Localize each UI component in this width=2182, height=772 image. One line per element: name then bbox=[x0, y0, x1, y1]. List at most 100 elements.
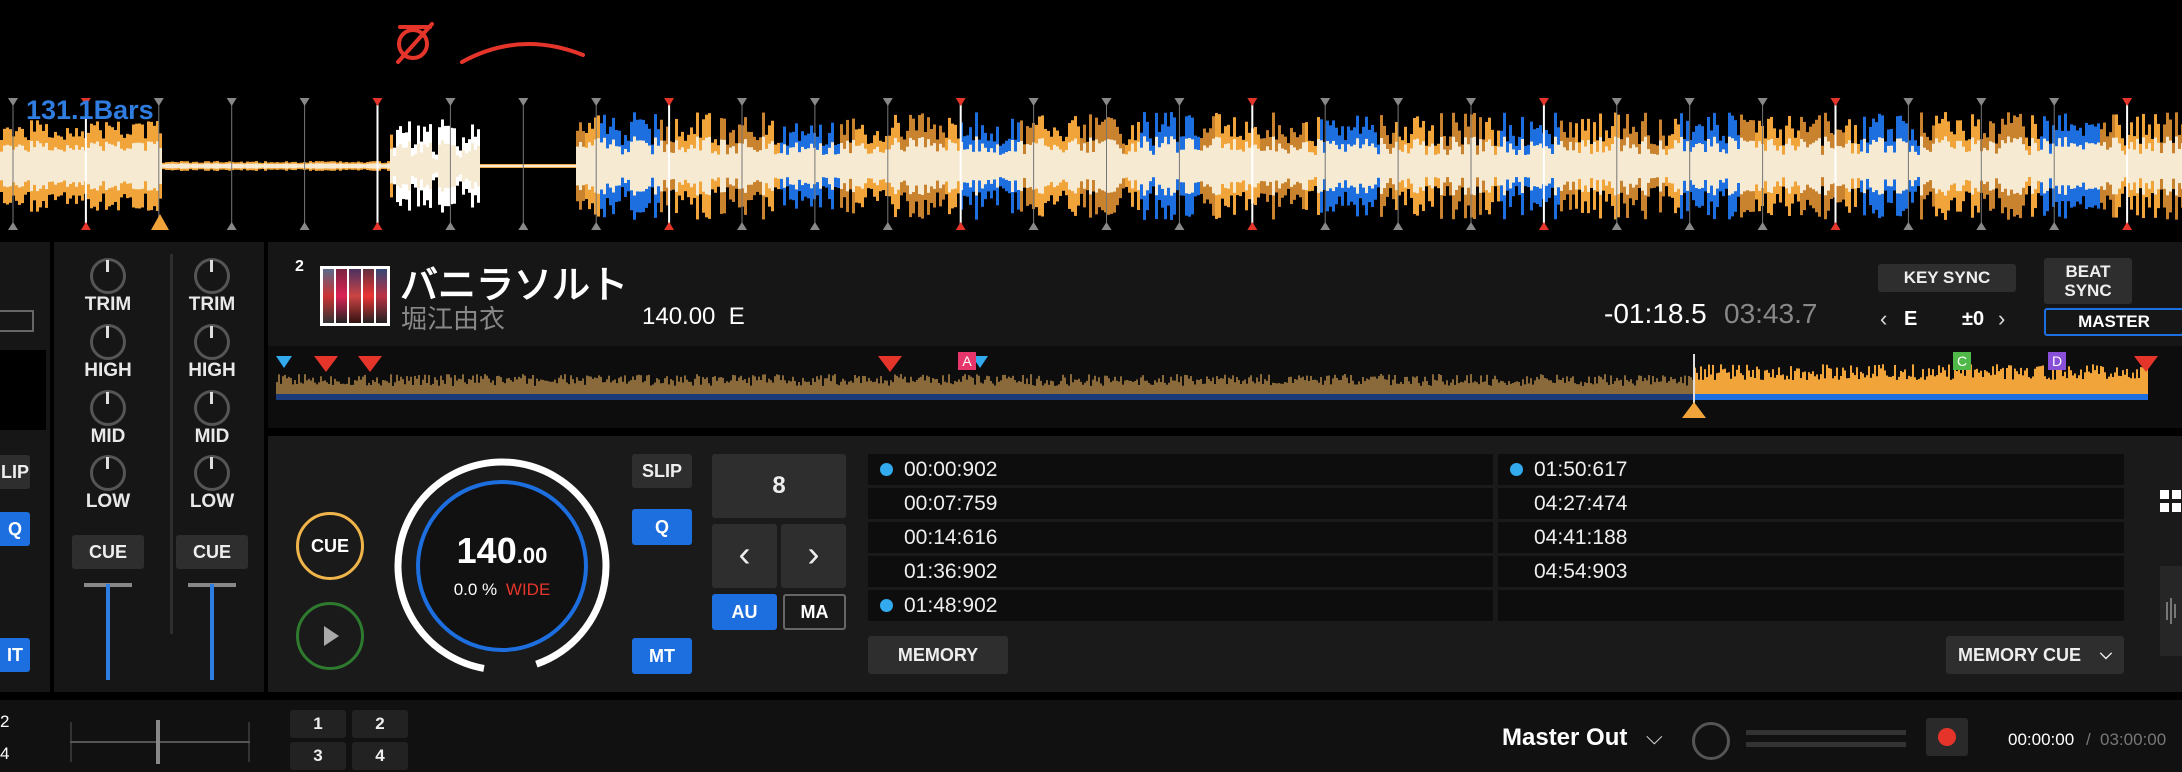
deck1-q-button[interactable]: Q bbox=[0, 512, 30, 546]
waveform-bar-core bbox=[501, 164, 504, 168]
overview-bar-low bbox=[1550, 394, 1552, 400]
deck1-partial-button[interactable] bbox=[0, 310, 34, 332]
overview-bar-low bbox=[1308, 394, 1310, 400]
waveform-bar-core bbox=[1779, 145, 1782, 187]
overview-bar bbox=[744, 379, 746, 394]
overview-bar-low bbox=[1206, 394, 1208, 400]
ch2-fader[interactable] bbox=[210, 584, 214, 680]
waveform-bar-core bbox=[1263, 150, 1266, 182]
hot-cue-row[interactable]: 00:00:902 bbox=[868, 454, 1493, 485]
overview-bar bbox=[1442, 381, 1444, 394]
crossfader[interactable] bbox=[70, 720, 250, 764]
overview-bar-low bbox=[1418, 394, 1420, 400]
beat-jump-forward-button[interactable]: › bbox=[781, 524, 846, 588]
deck1-mt-label: IT bbox=[7, 645, 23, 665]
beat-jump-value[interactable]: 8 bbox=[712, 454, 846, 518]
overview-bar-low bbox=[2104, 394, 2106, 400]
overview-bar-low bbox=[1842, 394, 1844, 400]
beat-jump-back-button[interactable]: ‹ bbox=[712, 524, 777, 588]
ch1-cue-button[interactable]: CUE bbox=[72, 535, 144, 569]
overview-bar bbox=[1952, 378, 1954, 394]
master-tempo-button[interactable]: MT bbox=[632, 638, 692, 674]
ch1-high-knob[interactable] bbox=[90, 324, 126, 360]
master-button[interactable]: MASTER bbox=[2044, 308, 2182, 336]
quantize-button[interactable]: Q bbox=[632, 509, 692, 545]
deck1-mt-button[interactable]: IT bbox=[0, 638, 30, 672]
overview-bar-low bbox=[1836, 394, 1838, 400]
waveform-bar-core bbox=[9, 145, 12, 187]
grid-view-icon[interactable] bbox=[2158, 488, 2182, 516]
overview-bar-low bbox=[704, 394, 706, 400]
overview-bar-low bbox=[1540, 394, 1542, 400]
hot-cue-row[interactable]: 01:50:617 bbox=[1498, 454, 2124, 485]
hot-cue-row[interactable]: 01:36:902 bbox=[868, 556, 1493, 587]
memory-cue-dropdown[interactable]: MEMORY CUE ⌵ bbox=[1946, 636, 2124, 674]
overview-bar bbox=[1944, 370, 1946, 394]
pad-4[interactable]: 4 bbox=[352, 742, 408, 770]
hot-cue-row[interactable]: 04:27:474 bbox=[1498, 488, 2124, 519]
ch2-low-knob[interactable] bbox=[194, 455, 230, 491]
waveform-bar-core bbox=[516, 164, 519, 168]
overview-bar-low bbox=[1082, 394, 1084, 400]
waveform-bar-core bbox=[705, 137, 708, 195]
pad-2[interactable]: 2 bbox=[352, 710, 408, 738]
overview-bar bbox=[2028, 377, 2030, 394]
overview-bar-low bbox=[670, 394, 672, 400]
waveform-bar-core bbox=[1068, 142, 1071, 190]
side-panel-tab[interactable] bbox=[2160, 566, 2182, 656]
ch1-trim-knob[interactable] bbox=[90, 258, 126, 294]
overview-bar bbox=[900, 374, 902, 394]
ch1-mid-knob[interactable] bbox=[90, 390, 126, 426]
key-sync-button[interactable]: KEY SYNC bbox=[1878, 264, 2016, 292]
ch1-low-knob[interactable] bbox=[90, 455, 126, 491]
overview-bar bbox=[1926, 376, 1928, 394]
waveform-bar-core bbox=[864, 148, 867, 184]
hot-cue-row[interactable]: 04:41:188 bbox=[1498, 522, 2124, 553]
deck1-slip-button[interactable]: LIP bbox=[0, 455, 30, 489]
overview-bar-low bbox=[556, 394, 558, 400]
overview-bar-low bbox=[1370, 394, 1372, 400]
zoomed-waveform[interactable]: 131.1Bars bbox=[0, 0, 2182, 238]
key-prev-icon[interactable]: ‹ bbox=[1880, 306, 1887, 332]
waveform-bar-core bbox=[1125, 154, 1128, 178]
auto-button[interactable]: AU bbox=[712, 594, 777, 630]
pad-1[interactable]: 1 bbox=[290, 710, 346, 738]
hot-cue-row[interactable]: 00:07:759 bbox=[868, 488, 1493, 519]
key-next-icon[interactable]: › bbox=[1998, 306, 2005, 332]
ch2-high-knob[interactable] bbox=[194, 324, 230, 360]
ch1-fader[interactable] bbox=[106, 584, 110, 680]
overview-waveform[interactable]: A C D bbox=[268, 346, 2182, 428]
slip-button[interactable]: SLIP bbox=[632, 454, 692, 488]
manual-button[interactable]: MA bbox=[783, 594, 846, 630]
play-button[interactable] bbox=[296, 602, 364, 670]
ch2-cue-button[interactable]: CUE bbox=[176, 535, 248, 569]
rec-level-knob[interactable] bbox=[1692, 722, 1730, 760]
output-select-label[interactable]: Master Out bbox=[1502, 724, 1627, 752]
overview-bar bbox=[1092, 379, 1094, 394]
waveform-bar-core bbox=[60, 149, 63, 183]
overview-bar bbox=[1504, 382, 1506, 394]
hot-cue-row[interactable]: 04:54:903 bbox=[1498, 556, 2124, 587]
overview-bar bbox=[1922, 369, 1924, 394]
hot-cue-row[interactable]: 01:48:902 bbox=[868, 590, 1493, 621]
overview-bar-low bbox=[2122, 394, 2124, 400]
waveform-bar-core bbox=[2070, 143, 2073, 189]
waveform-bar-core bbox=[1704, 152, 1707, 180]
ch2-trim-knob[interactable] bbox=[194, 258, 230, 294]
overview-bar-low bbox=[824, 394, 826, 400]
hot-cue-row[interactable]: 00:14:616 bbox=[868, 522, 1493, 553]
hot-cue-row[interactable] bbox=[1498, 590, 2124, 621]
crossfader-cap[interactable] bbox=[156, 720, 160, 764]
jog-wheel[interactable]: 140.00 0.0 % WIDE bbox=[392, 456, 612, 676]
ch2-mid-knob[interactable] bbox=[194, 390, 230, 426]
overview-bar-low bbox=[1196, 394, 1198, 400]
cue-button[interactable]: CUE bbox=[296, 512, 364, 580]
overview-bar bbox=[736, 380, 738, 394]
output-chevron-down-icon[interactable]: ⌵ bbox=[1646, 724, 1663, 750]
overview-bar-low bbox=[1250, 394, 1252, 400]
memory-button[interactable]: MEMORY bbox=[868, 636, 1008, 674]
overview-bar-low bbox=[1642, 394, 1644, 400]
record-button[interactable] bbox=[1926, 718, 1968, 756]
beat-sync-button[interactable]: BEAT SYNC bbox=[2044, 258, 2132, 304]
pad-3[interactable]: 3 bbox=[290, 742, 346, 770]
